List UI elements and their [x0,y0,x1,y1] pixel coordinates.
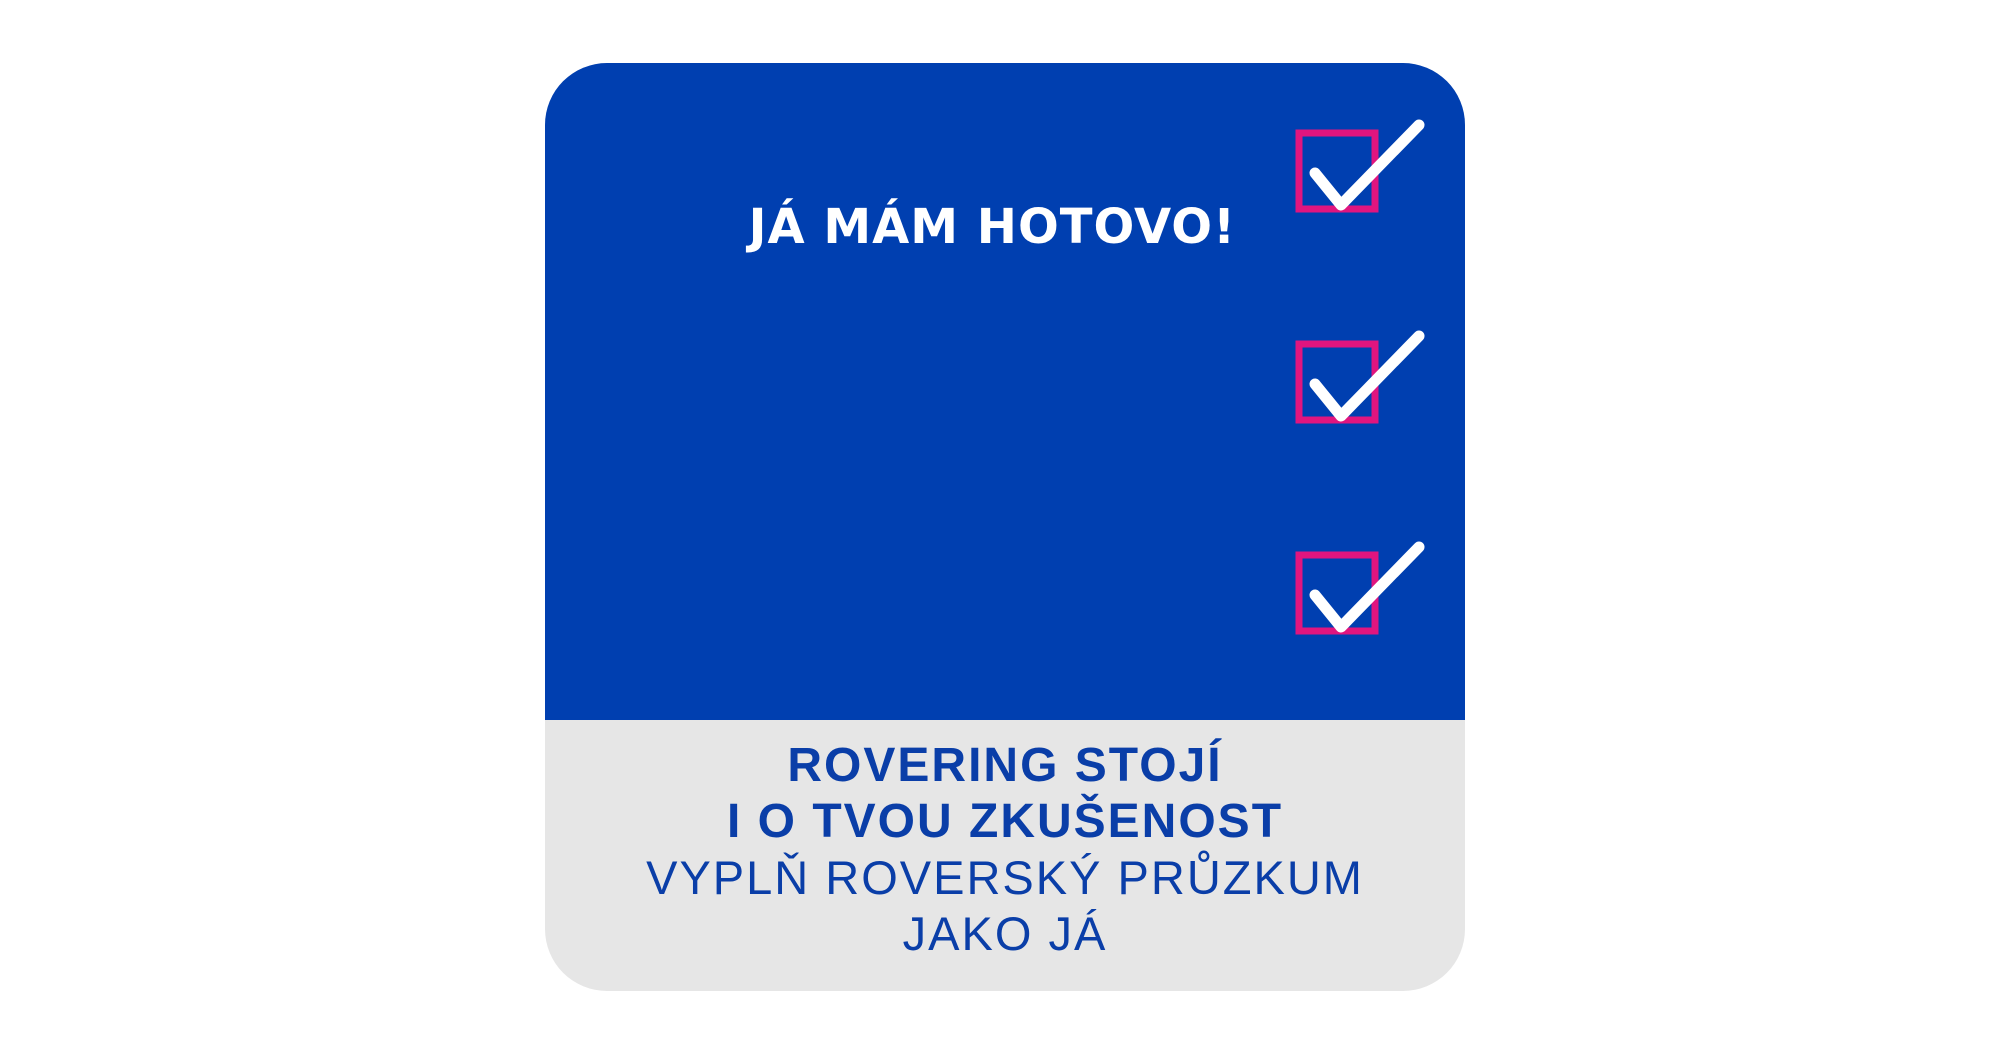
call-to-action-line-1: VYPLŇ ROVERSKÝ PRŮZKUM [646,851,1364,904]
checkbox-2 [1295,324,1455,434]
tagline-line-2: I O TVOU ZKUŠENOST [726,795,1284,848]
tagline-line-1: ROVERING STOJÍ [787,739,1223,792]
survey-card: JÁ MÁM HOTOVO! ROVERING STOJÍ I O TVOU Z… [545,63,1465,991]
blue-panel: JÁ MÁM HOTOVO! [545,63,1465,720]
call-to-action-line-2: JAKO JÁ [902,907,1108,960]
checkmark-icon [1295,330,1425,424]
checkbox-3 [1295,535,1455,645]
checkmark-icon [1295,541,1425,635]
checkmark-icon [1295,119,1425,213]
grey-panel: ROVERING STOJÍ I O TVOU ZKUŠENOST VYPLŇ … [545,720,1465,991]
headline: JÁ MÁM HOTOVO! [748,199,1236,255]
checkbox-1 [1295,113,1455,223]
